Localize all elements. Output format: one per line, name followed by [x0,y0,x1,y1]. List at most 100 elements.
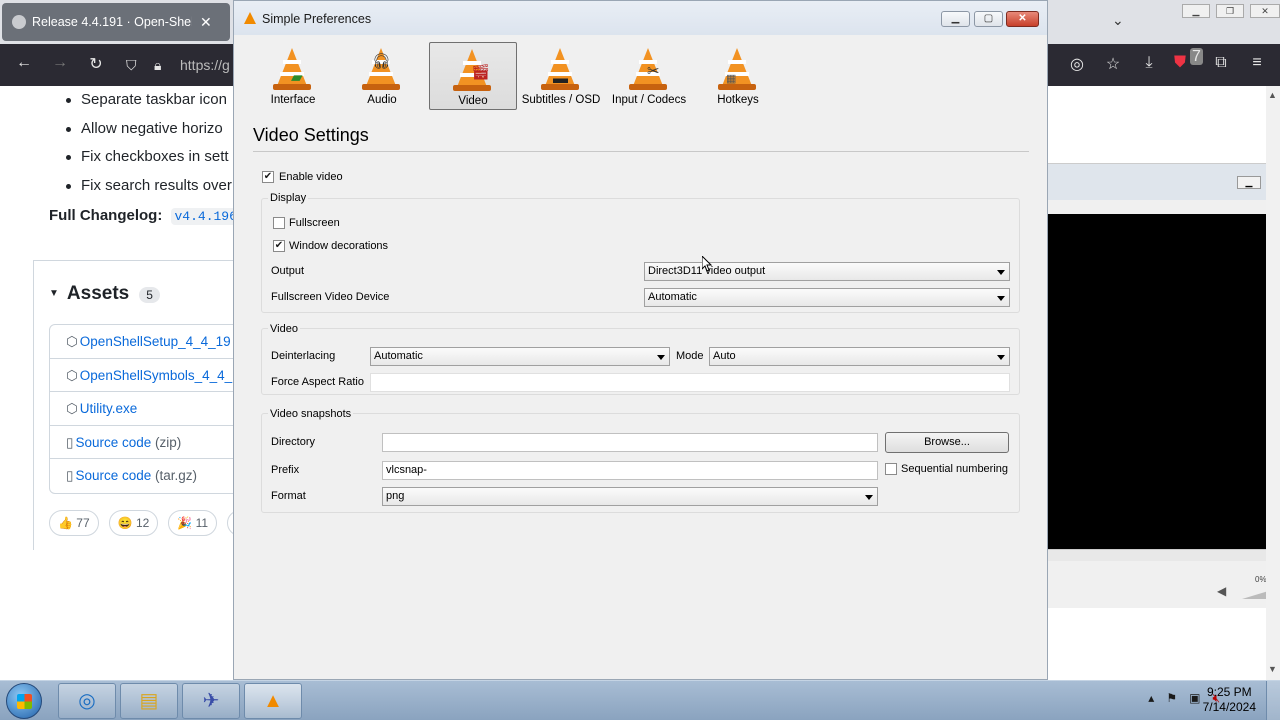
bird-icon: ✈ [202,690,220,712]
assets-list: ⬡ OpenShellSetup_4_4_19 ⬡ OpenShellSymbols… [49,324,249,494]
start-button[interactable] [6,683,42,719]
action-center-flag-icon[interactable]: ⚑ [1166,691,1177,706]
browse-button[interactable]: Browse... [885,432,1009,453]
category-input-codecs[interactable]: ✂ Input / Codecs [605,42,693,110]
reload-icon[interactable]: ↻ [85,54,107,74]
tab-close-icon[interactable]: ✕ [200,14,212,31]
lock-icon[interactable]: 🔒︎ [154,50,161,80]
asset-link[interactable]: Source code [75,468,151,483]
reaction-smile[interactable]: 😄 12 [108,510,159,536]
thumbs-up-icon: 👍 [58,516,73,530]
show-desktop-button[interactable] [1266,681,1280,720]
asset-link[interactable]: OpenShellSetup_4_4_19 [80,334,231,349]
output-select[interactable]: Direct3D11 video output [644,262,1010,281]
menu-hamburger-icon[interactable]: ≡ [1246,54,1268,74]
extensions-puzzle-icon[interactable]: ⧉ [1210,54,1232,74]
reaction-tada[interactable]: 🎉 11 [168,510,218,536]
enable-video-checkbox[interactable]: ✔ [262,171,274,183]
reactions-bar: 👍 77 😄 12 🎉 11 ❤ [49,510,256,536]
browser-close-button[interactable]: ✕ [1250,4,1280,18]
display-group-title: Display [268,192,309,204]
taskbar-firefox[interactable]: ◎ [58,683,116,719]
format-value: png [386,490,405,502]
chevron-down-icon [997,270,1005,275]
asset-link[interactable]: OpenShellSymbols_4_4_ [80,368,232,383]
category-label: Interface [270,94,316,106]
category-subtitles[interactable]: ▬ Subtitles / OSD [517,42,605,110]
fingerprint-icon[interactable]: ◎ [1066,54,1088,74]
format-select[interactable]: png [382,487,878,506]
mouse-cursor-icon [702,256,712,272]
asset-item[interactable]: ⬡ OpenShellSymbols_4_4_ [50,359,248,392]
asset-item[interactable]: ⬡ Utility.exe [50,392,248,426]
assets-toggle[interactable]: ▼ Assets 5 [49,283,160,305]
taskbar-app[interactable]: ✈ [182,683,240,719]
scroll-down-icon[interactable]: ▼ [1268,664,1277,674]
fullscreen-device-select[interactable]: Automatic [644,288,1010,307]
speaker-icon[interactable]: ◀ [1217,584,1226,598]
taskbar-explorer[interactable]: ▤ [120,683,178,719]
subtitles-icon: ▬ [539,46,583,92]
asset-link[interactable]: Source code [75,435,151,450]
page-scrollbar[interactable]: ▲ ▼ [1266,86,1280,680]
mode-select[interactable]: Auto [709,347,1010,366]
list-item: Separate taskbar icon [66,86,232,115]
forward-arrow-icon[interactable]: → [49,54,71,72]
ublock-extension-icon[interactable]: ⛊ 7 [1174,48,1203,74]
url-text: https://g [180,57,230,73]
category-video[interactable]: 🎬︎ Video [429,42,517,110]
dialog-minimize-button[interactable]: ▁ [941,11,970,27]
force-aspect-input[interactable] [370,373,1010,392]
chevron-down-icon [657,355,665,360]
vlc-video-area[interactable] [1047,214,1280,549]
chevron-down-icon [997,355,1005,360]
browser-restore-button[interactable]: ❐ [1216,4,1244,18]
back-arrow-icon[interactable]: ← [13,54,35,72]
downloads-icon[interactable]: ⤓ [1138,54,1160,74]
directory-input[interactable] [382,433,878,452]
category-interface[interactable]: ▰ Interface [249,42,337,110]
fullscreen-checkbox[interactable] [273,217,285,229]
taskbar-clock[interactable]: 9:25 PM 7/14/2024 [1203,685,1256,715]
bookmark-star-icon[interactable]: ☆ [1102,54,1124,74]
category-hotkeys[interactable]: ▦ Hotkeys [694,42,782,110]
sequential-numbering-checkbox[interactable] [885,463,897,475]
list-item: Fix search results over [66,172,232,201]
category-label: Video [458,95,488,107]
extension-badge: 7 [1190,48,1203,65]
codecs-icon: ✂ [627,46,671,92]
directory-label: Directory [271,436,316,448]
asset-item[interactable]: ▯ Source code (tar.gz) [50,459,248,493]
browser-tab[interactable]: Release 4.4.191 · Open-Shell/Op ✕ [2,3,230,41]
full-changelog: Full Changelog: v4.4.196 [49,207,241,225]
tray-expand-icon[interactable]: ▴ [1148,691,1154,706]
prefix-input[interactable]: vlcsnap- [382,461,878,480]
deinterlacing-select[interactable]: Automatic [370,347,670,366]
window-decorations-checkbox[interactable]: ✔ [273,240,285,252]
category-audio[interactable]: 🎧︎ Audio [338,42,426,110]
vlc-seek-bar[interactable] [1047,549,1280,561]
audio-icon: 🎧︎ [360,46,404,92]
vlc-minimize-button[interactable]: ▁ [1237,176,1261,189]
network-icon[interactable]: ▣ [1189,691,1200,706]
windows-logo-icon [17,694,32,709]
taskbar-vlc[interactable]: ▲ [244,683,302,719]
url-bar[interactable]: ⛉ 🔒︎ https://g [118,50,248,80]
dialog-maximize-button[interactable]: ▢ [974,11,1003,27]
clock-time: 9:25 PM [1206,685,1252,699]
changelog-link[interactable]: v4.4.196 [170,208,241,225]
fullscreen-device-value: Automatic [648,291,697,303]
scroll-up-icon[interactable]: ▲ [1268,90,1277,100]
dialog-titlebar[interactable]: Simple Preferences ▁ ▢ ✕ [234,1,1047,35]
github-release-page: Separate taskbar icon Allow negative hor… [0,86,256,680]
list-tabs-chevron-icon[interactable]: ⌄ [1112,12,1124,29]
reaction-thumbs-up[interactable]: 👍 77 [49,510,99,536]
asset-item[interactable]: ▯ Source code (zip) [50,426,248,459]
mode-value: Auto [713,350,736,362]
tracking-shield-icon[interactable]: ⛉ [126,50,137,80]
browser-minimize-button[interactable]: ▁ [1182,4,1210,18]
asset-link[interactable]: Utility.exe [80,401,138,416]
asset-item[interactable]: ⬡ OpenShellSetup_4_4_19 [50,325,248,359]
volume-percent: 0% [1255,575,1267,584]
dialog-close-button[interactable]: ✕ [1006,11,1039,27]
